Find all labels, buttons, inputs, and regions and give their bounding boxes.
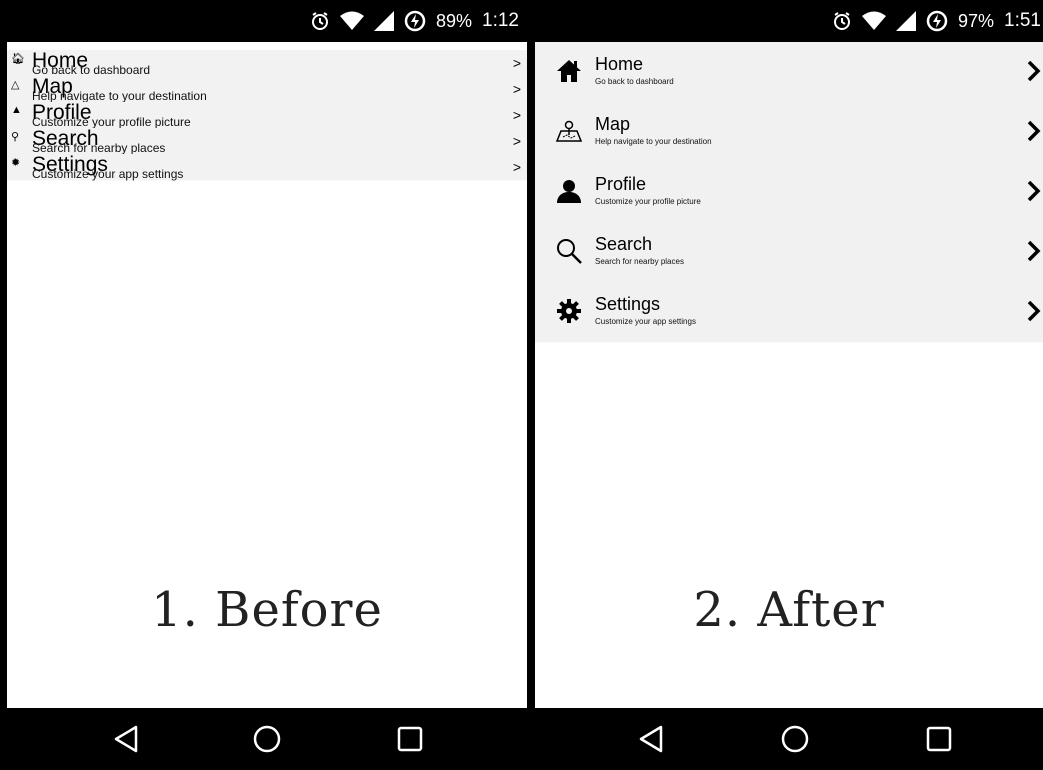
home-nav-icon[interactable]: [253, 725, 281, 758]
chevron-right-icon: >: [512, 107, 521, 123]
nav-bar: [0, 708, 527, 770]
wifi-icon: [861, 11, 886, 31]
signal-icon: [373, 11, 394, 31]
chevron-right-icon: >: [512, 55, 521, 71]
status-bar: 89% 1:12: [0, 0, 527, 42]
back-icon[interactable]: [638, 725, 664, 758]
chevron-right-icon: [1027, 120, 1041, 147]
chevron-right-icon: [1027, 300, 1041, 327]
home-icon: [555, 57, 583, 85]
list-item-search[interactable]: Search Search for nearby places: [535, 222, 1043, 283]
item-subtitle: Help navigate to your destination: [595, 137, 712, 146]
list-item-home[interactable]: 🏠︎ Home Go back to dashboard >: [7, 49, 527, 77]
battery-percent: 89%: [435, 10, 473, 31]
alarm-icon: [310, 11, 330, 31]
search-icon: ⚲: [11, 131, 20, 143]
person-icon: [555, 177, 583, 205]
item-title: Home: [595, 54, 644, 74]
signal-icon: [895, 11, 916, 31]
battery-charging-icon: [926, 10, 948, 32]
map-icon: △: [11, 79, 20, 91]
chevron-right-icon: [1027, 240, 1041, 267]
item-title: Settings: [595, 294, 661, 314]
chevron-right-icon: [1027, 60, 1041, 87]
list-item-profile[interactable]: Profile Customize your profile picture: [535, 162, 1043, 223]
back-icon[interactable]: [113, 725, 139, 758]
item-subtitle: Customize your app settings: [32, 167, 184, 181]
chevron-right-icon: >: [512, 133, 521, 149]
alarm-icon: [832, 11, 852, 31]
item-subtitle: Go back to dashboard: [595, 77, 674, 86]
map-icon: [555, 117, 583, 145]
phone-before: 89% 1:12 🏠︎ Home Go back to dashboard > …: [0, 0, 527, 770]
clock: 1:51: [1004, 10, 1041, 31]
chevron-right-icon: >: [512, 159, 521, 175]
home-icon: 🏠︎: [11, 53, 25, 65]
list-item-home[interactable]: Home Go back to dashboard: [535, 42, 1043, 103]
person-icon: ▲: [11, 104, 22, 116]
battery-charging-icon: [404, 10, 426, 32]
chevron-right-icon: >: [512, 81, 521, 97]
list-item-map[interactable]: △ Map Help navigate to your destination …: [7, 75, 527, 103]
list-item-search[interactable]: ⚲ Search Search for nearby places >: [7, 127, 527, 155]
item-subtitle: Search for nearby places: [595, 257, 684, 266]
item-title: Map: [595, 114, 631, 134]
item-subtitle: Customize your profile picture: [595, 197, 701, 206]
app-screen: Home Go back to dashboard Map Help navig…: [535, 42, 1043, 708]
recents-icon[interactable]: [926, 725, 952, 758]
item-title: Search: [595, 234, 653, 254]
item-subtitle: Customize your app settings: [595, 317, 696, 326]
search-icon: [555, 237, 583, 265]
caption-before: 1. Before: [151, 582, 383, 638]
gear-icon: ✹: [11, 157, 21, 169]
list-item-map[interactable]: Map Help navigate to your destination: [535, 102, 1043, 163]
chevron-right-icon: [1027, 180, 1041, 207]
list-item-settings[interactable]: Settings Customize your app settings: [535, 282, 1043, 343]
wifi-icon: [339, 11, 364, 31]
app-screen: 🏠︎ Home Go back to dashboard > △ Map Hel…: [7, 42, 527, 708]
list-item-settings[interactable]: ✹ Settings Customize your app settings >: [7, 153, 527, 181]
status-bar: 97% 1:51: [535, 0, 1043, 42]
nav-bar: [535, 708, 1043, 770]
phone-after: 97% 1:51 Home Go back to dashboard Map H…: [535, 0, 1043, 770]
list-item-profile[interactable]: ▲ Profile Customize your profile picture…: [7, 101, 527, 129]
recents-icon[interactable]: [397, 725, 423, 758]
home-nav-icon[interactable]: [781, 725, 809, 758]
gear-icon: [555, 297, 583, 325]
clock: 1:12: [482, 10, 519, 31]
caption-after: 2. After: [693, 582, 885, 638]
battery-percent: 97%: [957, 10, 995, 31]
item-title: Profile: [595, 174, 647, 194]
